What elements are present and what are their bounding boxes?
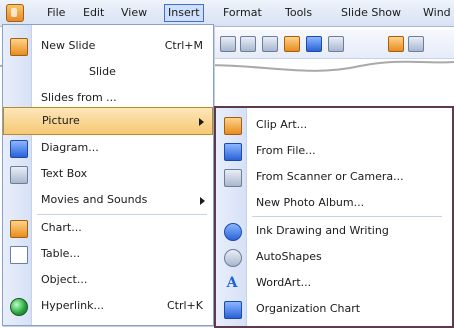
submenu-item-from-file[interactable]: From File... — [216, 138, 452, 164]
submenu-item-label: Ink Drawing and Writing — [256, 224, 389, 237]
submenu-arrow-icon — [199, 118, 204, 126]
chart-icon — [10, 220, 28, 238]
table-icon — [10, 246, 28, 264]
new-slide-icon — [10, 38, 28, 56]
menu-item-label: Diagram... — [41, 141, 99, 154]
menu-item-text-box[interactable]: Text Box — [3, 161, 213, 187]
submenu-item-wordart[interactable]: A WordArt... — [216, 270, 452, 296]
submenu-item-ink-drawing-and-writing[interactable]: Ink Drawing and Writing — [216, 218, 452, 244]
toolbar-icon[interactable] — [306, 36, 322, 52]
toolbar-icon[interactable] — [328, 36, 344, 52]
submenu-item-new-photo-album[interactable]: New Photo Album... — [216, 190, 452, 216]
menu-item-label: Hyperlink... — [41, 299, 104, 312]
menu-slide-show[interactable]: Slide Show — [338, 5, 404, 21]
menu-insert[interactable]: Insert — [164, 4, 204, 22]
menu-view[interactable]: View — [118, 5, 150, 21]
menu-format[interactable]: Format — [220, 5, 265, 21]
submenu-item-label: From File... — [256, 144, 316, 157]
menu-item-chart[interactable]: Chart... — [3, 215, 213, 241]
menu-item-new-slide[interactable]: New Slide Ctrl+M — [3, 33, 213, 59]
menu-item-label: Picture — [42, 114, 80, 127]
submenu-item-label: New Photo Album... — [256, 196, 365, 209]
menu-item-label: Object... — [41, 273, 88, 286]
menu-item-movies-and-sounds[interactable]: Movies and Sounds — [3, 187, 213, 213]
menu-bar: File Edit View Insert Format Tools Slide… — [0, 0, 454, 27]
toolbar-icon[interactable] — [220, 36, 236, 52]
toolbar-icon[interactable] — [408, 36, 424, 52]
menu-edit[interactable]: Edit — [80, 5, 107, 21]
menu-item-label: New Slide — [41, 39, 96, 52]
submenu-separator — [252, 216, 442, 217]
menu-item-label: Table... — [41, 247, 80, 260]
toolbar — [210, 30, 454, 59]
submenu-item-organization-chart[interactable]: Organization Chart — [216, 296, 452, 322]
menu-item-diagram[interactable]: Diagram... — [3, 135, 213, 161]
submenu-arrow-icon — [200, 197, 205, 205]
toolbar-icon[interactable] — [284, 36, 300, 52]
menu-item-slide[interactable]: Slide — [3, 59, 213, 85]
text-box-icon — [10, 166, 28, 184]
submenu-item-from-scanner-or-camera[interactable]: From Scanner or Camera... — [216, 164, 452, 190]
menu-file[interactable]: File — [44, 5, 68, 21]
submenu-item-clip-art[interactable]: Clip Art... — [216, 112, 452, 138]
toolbar-icon[interactable] — [240, 36, 256, 52]
insert-menu: New Slide Ctrl+M Slide Slides from ... P… — [2, 24, 214, 326]
diagram-icon — [10, 140, 28, 158]
menu-item-label: Text Box — [41, 167, 88, 180]
menu-window[interactable]: Wind — [420, 5, 454, 21]
ink-drawing-icon — [224, 223, 242, 241]
menu-item-label: Movies and Sounds — [41, 193, 148, 206]
toolbar-icon[interactable] — [262, 36, 278, 52]
submenu-item-label: From Scanner or Camera... — [256, 170, 404, 183]
menu-item-table[interactable]: Table... — [3, 241, 213, 267]
submenu-item-label: WordArt... — [256, 276, 312, 289]
menu-item-label: Chart... — [41, 221, 82, 234]
menu-item-shortcut: Ctrl+K — [166, 299, 203, 312]
submenu-item-autoshapes[interactable]: AutoShapes — [216, 244, 452, 270]
menu-item-picture[interactable]: Picture — [3, 107, 213, 135]
from-file-icon — [224, 143, 242, 161]
submenu-item-label: Clip Art... — [256, 118, 308, 131]
scanner-camera-icon — [224, 169, 242, 187]
autoshapes-icon — [224, 249, 242, 267]
hyperlink-icon — [10, 298, 28, 316]
clip-art-icon — [224, 117, 242, 135]
submenu-item-label: AutoShapes — [256, 250, 322, 263]
menu-item-object[interactable]: Object... — [3, 267, 213, 293]
toolbar-icon[interactable] — [388, 36, 404, 52]
organization-chart-icon — [224, 301, 242, 319]
picture-submenu: Clip Art... From File... From Scanner or… — [214, 106, 454, 328]
submenu-item-label: Organization Chart — [256, 302, 361, 315]
menu-tools[interactable]: Tools — [282, 5, 315, 21]
menu-item-shortcut: Ctrl+M — [164, 39, 203, 52]
wordart-icon: A — [226, 275, 238, 291]
menu-item-hyperlink[interactable]: Hyperlink... Ctrl+K — [3, 293, 213, 319]
menu-item-label: Slide — [89, 65, 116, 78]
app-icon — [6, 4, 24, 22]
